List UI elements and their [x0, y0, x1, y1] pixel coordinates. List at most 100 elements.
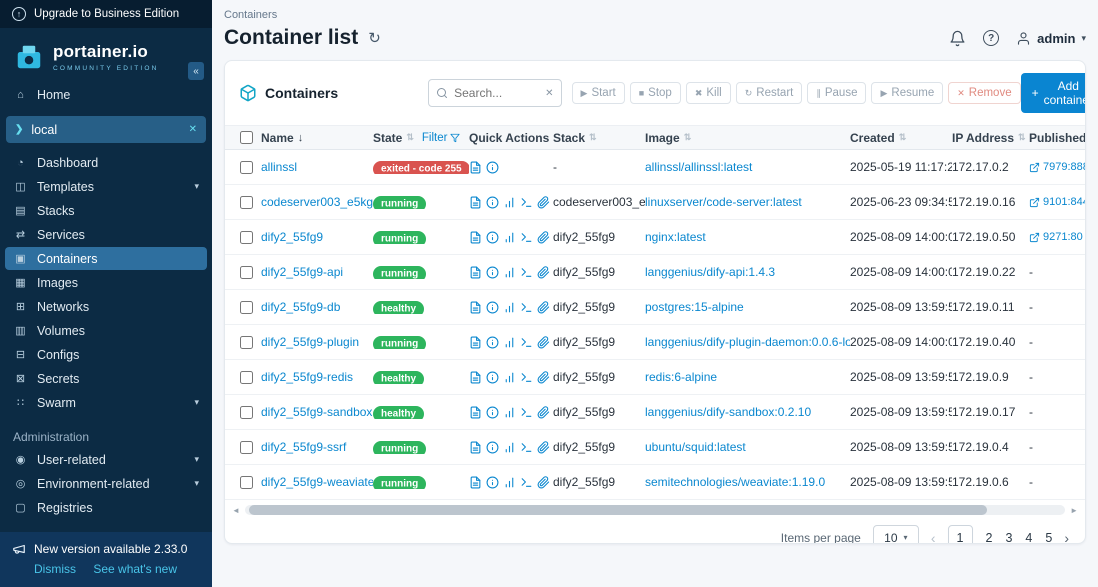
inspect-icon[interactable] [486, 371, 499, 384]
image-link[interactable]: linuxserver/code-server:latest [645, 195, 802, 209]
scrollbar-thumb[interactable] [249, 505, 987, 515]
user-menu[interactable]: admin ▾ [1016, 31, 1086, 46]
image-link[interactable]: nginx:latest [645, 230, 706, 244]
image-link[interactable]: langgenius/dify-plugin-daemon:0.0.6-loca… [645, 335, 850, 349]
bell-icon[interactable] [949, 30, 966, 47]
container-name-link[interactable]: dify2_55fg9-api [261, 265, 343, 279]
sidebar-item-services[interactable]: ⇄Services [5, 223, 207, 246]
sidebar-item-images[interactable]: ▦Images [5, 271, 207, 294]
attach-icon[interactable] [537, 196, 550, 209]
column-header-stack[interactable]: Stack ⇅ [553, 131, 645, 145]
container-name-link[interactable]: allinssl [261, 160, 297, 174]
image-link[interactable]: ubuntu/squid:latest [645, 440, 746, 454]
attach-icon[interactable] [537, 336, 550, 349]
logs-icon[interactable] [469, 231, 482, 244]
stats-icon[interactable] [503, 266, 516, 279]
column-header-image[interactable]: Image ⇅ [645, 131, 850, 145]
inspect-icon[interactable] [486, 196, 499, 209]
row-checkbox[interactable] [240, 406, 253, 419]
container-name-link[interactable]: dify2_55fg9-sandbox [261, 405, 372, 419]
row-checkbox[interactable] [240, 196, 253, 209]
sidebar-item-user-related[interactable]: ◉User-related▾ [5, 448, 207, 471]
published-port-link[interactable]: 9271:80 [1029, 231, 1085, 243]
page-button-4[interactable]: 4 [1025, 531, 1032, 545]
container-name-link[interactable]: codeserver003_e5kgy [261, 195, 373, 209]
dismiss-link[interactable]: Dismiss [34, 562, 76, 576]
stats-icon[interactable] [503, 231, 516, 244]
console-icon[interactable] [520, 196, 533, 209]
upgrade-banner[interactable]: ↑ Upgrade to Business Edition [0, 0, 212, 28]
attach-icon[interactable] [537, 266, 550, 279]
inspect-icon[interactable] [486, 406, 499, 419]
breadcrumb[interactable]: Containers [224, 9, 1086, 21]
row-checkbox[interactable] [240, 161, 253, 174]
search-input[interactable] [454, 86, 539, 100]
column-header-created[interactable]: Created ⇅ [850, 131, 952, 145]
stop-button[interactable]: ■Stop [630, 82, 681, 104]
console-icon[interactable] [520, 441, 533, 454]
page-button-5[interactable]: 5 [1045, 531, 1052, 545]
logs-icon[interactable] [469, 266, 482, 279]
stats-icon[interactable] [503, 476, 516, 489]
column-header-published-ports[interactable]: Published Ports ⇅ [1029, 131, 1085, 145]
stats-icon[interactable] [503, 371, 516, 384]
sidebar-item-home[interactable]: ⌂ Home [5, 83, 207, 106]
inspect-icon[interactable] [486, 336, 499, 349]
published-port-link[interactable]: 7979:8888 [1029, 161, 1085, 173]
console-icon[interactable] [520, 231, 533, 244]
page-button-2[interactable]: 2 [986, 531, 993, 545]
page-button-3[interactable]: 3 [1005, 531, 1012, 545]
row-checkbox[interactable] [240, 336, 253, 349]
sidebar-item-stacks[interactable]: ▤Stacks [5, 199, 207, 222]
image-link[interactable]: langgenius/dify-sandbox:0.2.10 [645, 405, 811, 419]
sidebar-collapse-button[interactable]: « [188, 62, 204, 80]
resume-button[interactable]: ▶Resume [871, 82, 943, 104]
column-header-name[interactable]: Name ↓ [261, 131, 373, 145]
inspect-icon[interactable] [486, 266, 499, 279]
filter-button[interactable]: Filter [422, 132, 461, 144]
row-checkbox[interactable] [240, 231, 253, 244]
container-name-link[interactable]: dify2_55fg9-weaviate [261, 475, 373, 489]
inspect-icon[interactable] [486, 476, 499, 489]
sidebar-item-configs[interactable]: ⊟Configs [5, 343, 207, 366]
container-name-link[interactable]: dify2_55fg9-plugin [261, 335, 359, 349]
sidebar-item-templates[interactable]: ◫Templates▾ [5, 175, 207, 198]
stats-icon[interactable] [503, 196, 516, 209]
stats-icon[interactable] [503, 301, 516, 314]
inspect-icon[interactable] [486, 231, 499, 244]
remove-button[interactable]: ✕Remove [948, 82, 1020, 104]
image-link[interactable]: allinssl/allinssl:latest [645, 160, 752, 174]
pause-button[interactable]: ∥Pause [807, 82, 866, 104]
console-icon[interactable] [520, 266, 533, 279]
help-icon[interactable]: ? [983, 30, 999, 46]
page-button-1[interactable]: 1 [948, 525, 973, 544]
container-name-link[interactable]: dify2_55fg9-redis [261, 370, 353, 384]
container-name-link[interactable]: dify2_55fg9-ssrf [261, 440, 346, 454]
image-link[interactable]: semitechnologies/weaviate:1.19.0 [645, 475, 825, 489]
logs-icon[interactable] [469, 476, 482, 489]
inspect-icon[interactable] [486, 441, 499, 454]
select-all-checkbox[interactable] [240, 131, 253, 144]
sidebar-item-registries[interactable]: ▢Registries [5, 496, 207, 519]
sidebar-item-containers[interactable]: ▣Containers [5, 247, 207, 270]
logs-icon[interactable] [469, 441, 482, 454]
attach-icon[interactable] [537, 371, 550, 384]
sidebar-item-secrets[interactable]: ⊠Secrets [5, 367, 207, 390]
inspect-icon[interactable] [486, 301, 499, 314]
items-per-page-select[interactable]: 10 ▾ [873, 525, 919, 544]
logs-icon[interactable] [469, 336, 482, 349]
clear-search-icon[interactable]: ✕ [545, 88, 553, 99]
logs-icon[interactable] [469, 196, 482, 209]
sidebar-item-volumes[interactable]: ▥Volumes [5, 319, 207, 342]
inspect-icon[interactable] [486, 161, 499, 174]
logs-icon[interactable] [469, 406, 482, 419]
attach-icon[interactable] [537, 476, 550, 489]
sidebar-item-swarm[interactable]: ∷Swarm▾ [5, 391, 207, 414]
console-icon[interactable] [520, 371, 533, 384]
attach-icon[interactable] [537, 441, 550, 454]
restart-button[interactable]: ↻Restart [736, 82, 803, 104]
stats-icon[interactable] [503, 406, 516, 419]
logs-icon[interactable] [469, 371, 482, 384]
close-icon[interactable]: ✕ [189, 124, 197, 135]
prev-page-button[interactable]: ‹ [931, 530, 936, 545]
